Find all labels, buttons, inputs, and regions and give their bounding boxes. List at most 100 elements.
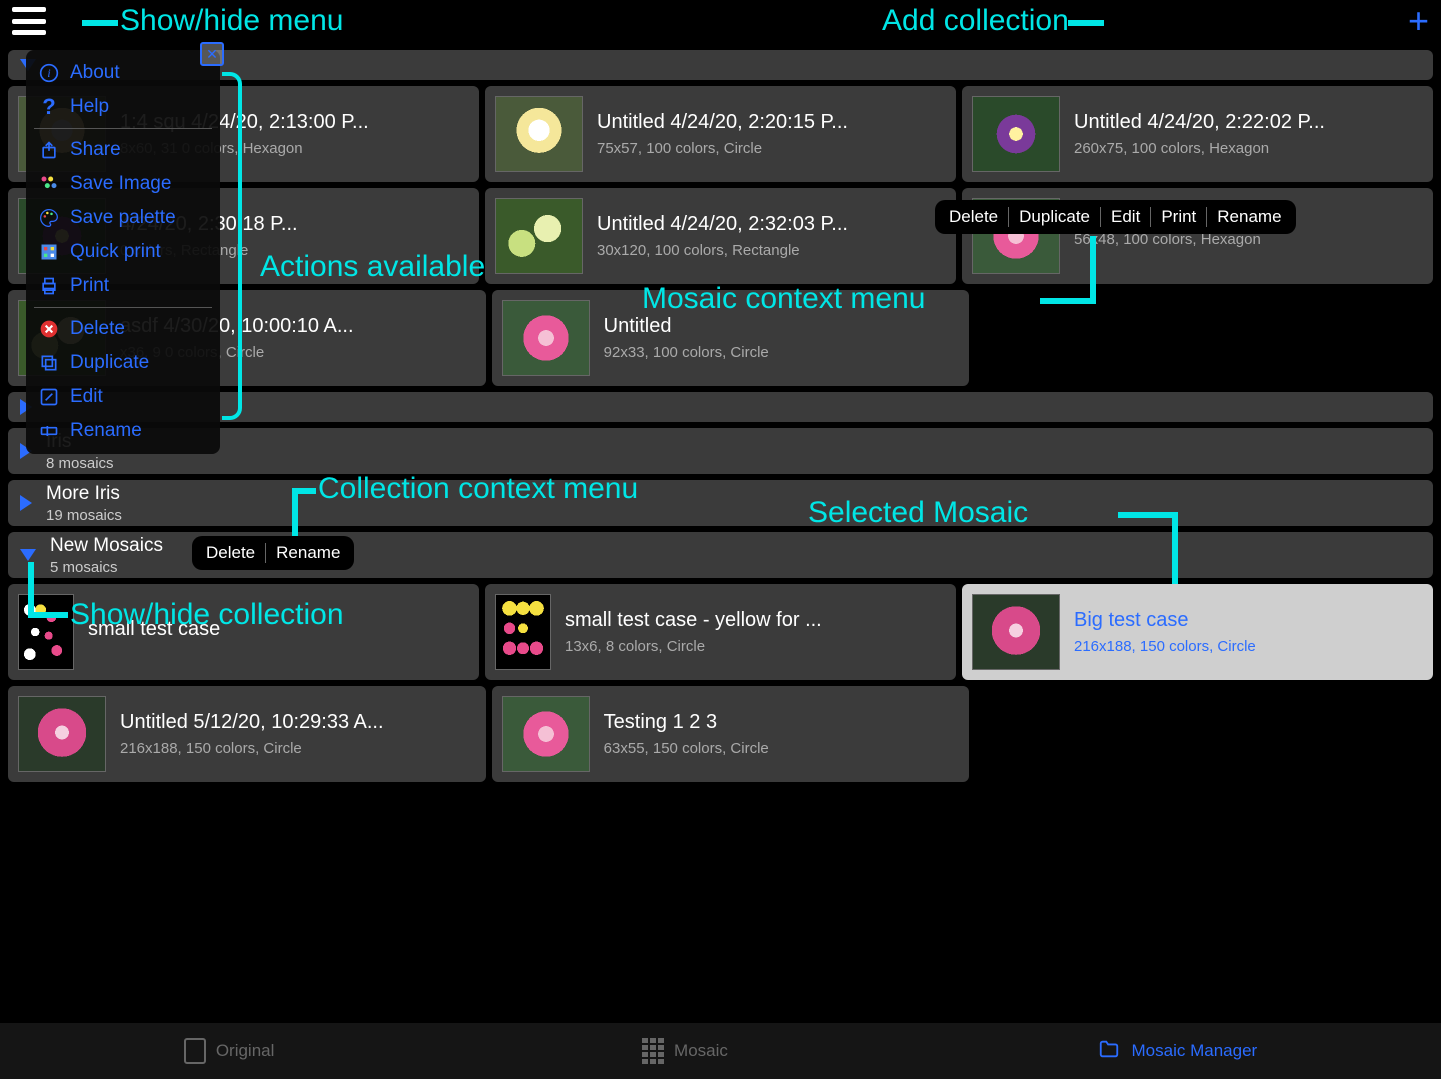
context-rename[interactable]: Rename — [266, 543, 350, 563]
collection-count: 8 mosaics — [46, 455, 114, 472]
tab-mosaic-manager[interactable]: Mosaic Manager — [1096, 1038, 1258, 1065]
menu-duplicate[interactable]: Duplicate — [26, 346, 220, 380]
mosaic-thumbnail — [495, 198, 583, 274]
menu-label: About — [70, 62, 120, 84]
collection-name: More Iris — [46, 483, 122, 505]
mosaic-subtitle: 92x33, 100 colors, Circle — [604, 344, 960, 361]
bottom-tab-bar: Original Mosaic Mosaic Manager — [0, 1023, 1441, 1079]
collection-count: 5 mosaics — [50, 559, 163, 576]
mosaic-subtitle: 75x57, 100 colors, Circle — [597, 140, 946, 157]
menu-label: Save palette — [70, 207, 176, 229]
tab-label: Mosaic — [674, 1041, 728, 1061]
menu-label: Rename — [70, 420, 142, 442]
menu-label: Share — [70, 139, 121, 161]
svg-text:i: i — [47, 67, 50, 80]
tab-label: Mosaic Manager — [1132, 1041, 1258, 1061]
separator — [34, 307, 212, 308]
mosaic-card[interactable]: Untitled 4/24/20, 2:20:15 P... 75x57, 10… — [485, 86, 956, 182]
mosaic-card[interactable]: Untitled 5/12/20, 10:29:33 A... 216x188,… — [8, 686, 486, 782]
quick-print-icon — [38, 241, 60, 263]
palette-icon — [38, 207, 60, 229]
mosaic-thumbnail — [18, 696, 106, 772]
menu-quick-print[interactable]: Quick print — [26, 235, 220, 269]
mosaic-title: Big test case — [1074, 609, 1423, 632]
mosaic-subtitle: 63x55, 150 colors, Circle — [604, 740, 960, 757]
mosaic-thumbnail — [972, 96, 1060, 172]
menu-rename[interactable]: Rename — [26, 414, 220, 448]
mosaic-card[interactable]: Testing 1 2 3 63x55, 150 colors, Circle — [492, 686, 970, 782]
add-collection-button[interactable]: + — [1408, 3, 1429, 39]
expand-icon — [20, 495, 32, 511]
mosaic-subtitle: 13x6, 8 colors, Circle — [565, 638, 946, 655]
menu-label: Print — [70, 275, 109, 297]
mosaic-card-selected[interactable]: Big test case 216x188, 150 colors, Circl… — [962, 584, 1433, 680]
menu-edit[interactable]: Edit — [26, 380, 220, 414]
mosaic-subtitle: 260x75, 100 colors, Hexagon — [1074, 140, 1423, 157]
info-icon: i — [38, 62, 60, 84]
mosaic-card[interactable]: small test case — [8, 584, 479, 680]
mosaic-title: Untitled 4/24/20, 2:32:03 P... — [597, 213, 946, 236]
menu-save-palette[interactable]: Save palette — [26, 201, 220, 235]
menu-delete[interactable]: Delete — [26, 312, 220, 346]
menu-save-image[interactable]: Save Image — [26, 167, 220, 201]
context-delete[interactable]: Delete — [939, 207, 1008, 227]
tab-mosaic[interactable]: Mosaic — [642, 1038, 728, 1064]
duplicate-icon — [38, 352, 60, 374]
mosaic-subtitle: 216x188, 150 colors, Circle — [120, 740, 476, 757]
collection-count: 19 mosaics — [46, 507, 122, 524]
mosaic-icon — [642, 1038, 664, 1064]
menu-label: Duplicate — [70, 352, 149, 374]
context-print[interactable]: Print — [1151, 207, 1206, 227]
context-edit[interactable]: Edit — [1101, 207, 1150, 227]
mosaic-card[interactable]: Untitled 92x33, 100 colors, Circle — [492, 290, 970, 386]
context-duplicate[interactable]: Duplicate — [1009, 207, 1100, 227]
collection-context-menu: Delete Rename — [192, 536, 354, 570]
print-icon — [38, 275, 60, 297]
menu-label: Help — [70, 96, 109, 118]
mosaic-title: Untitled 5/12/20, 10:29:33 A... — [120, 711, 476, 734]
menu-print[interactable]: Print — [26, 269, 220, 303]
collection-header-iris[interactable]: Iris 8 mosaics — [8, 428, 1433, 474]
menu-label: Delete — [70, 318, 125, 340]
mosaic-title: Untitled — [604, 315, 960, 338]
mosaic-card[interactable]: small test case - yellow for ... 13x6, 8… — [485, 584, 956, 680]
menu-about[interactable]: i About — [26, 56, 220, 90]
mosaic-thumbnail — [18, 594, 74, 670]
mosaic-subtitle: 216x188, 150 colors, Circle — [1074, 638, 1423, 655]
menu-label: Save Image — [70, 173, 171, 195]
menu-help[interactable]: ? Help — [26, 90, 220, 124]
mosaic-context-menu: Delete Duplicate Edit Print Rename — [935, 200, 1296, 234]
context-rename[interactable]: Rename — [1207, 207, 1291, 227]
mosaic-thumbnail — [495, 96, 583, 172]
mosaic-title: Testing 1 2 3 — [604, 711, 960, 734]
mosaic-title: small test case — [88, 618, 469, 641]
tab-label: Original — [216, 1041, 275, 1061]
mosaic-card[interactable]: Untitled 4/24/20, 2:32:03 P... 30x120, 1… — [485, 188, 956, 284]
menu-label: Quick print — [70, 241, 161, 263]
original-icon — [184, 1038, 206, 1064]
share-icon — [38, 139, 60, 161]
menu-label: Edit — [70, 386, 103, 408]
separator — [34, 128, 212, 129]
tab-original[interactable]: Original — [184, 1038, 275, 1064]
folder-icon — [1096, 1038, 1122, 1065]
context-delete[interactable]: Delete — [196, 543, 265, 563]
hamburger-menu-button[interactable] — [12, 7, 46, 35]
mosaic-card[interactable]: Untitled 4/24/20, 2:22:02 P... 260x75, 1… — [962, 86, 1433, 182]
mosaic-title: Untitled 4/24/20, 2:20:15 P... — [597, 111, 946, 134]
mosaic-title: Untitled 4/24/20, 2:22:02 P... — [1074, 111, 1423, 134]
save-image-icon — [38, 173, 60, 195]
mosaic-thumbnail — [495, 594, 551, 670]
collection-header-more-iris[interactable]: More Iris 19 mosaics — [8, 480, 1433, 526]
mosaic-thumbnail — [972, 594, 1060, 670]
menu-close-button[interactable]: ✕ — [200, 42, 224, 66]
rename-icon — [38, 420, 60, 442]
mosaic-title: small test case - yellow for ... — [565, 609, 946, 632]
mosaic-thumbnail — [502, 300, 590, 376]
menu-share[interactable]: Share — [26, 133, 220, 167]
collapse-icon — [20, 549, 36, 561]
delete-icon — [38, 318, 60, 340]
collection-name: New Mosaics — [50, 535, 163, 557]
question-icon: ? — [38, 96, 60, 118]
mosaic-thumbnail — [502, 696, 590, 772]
